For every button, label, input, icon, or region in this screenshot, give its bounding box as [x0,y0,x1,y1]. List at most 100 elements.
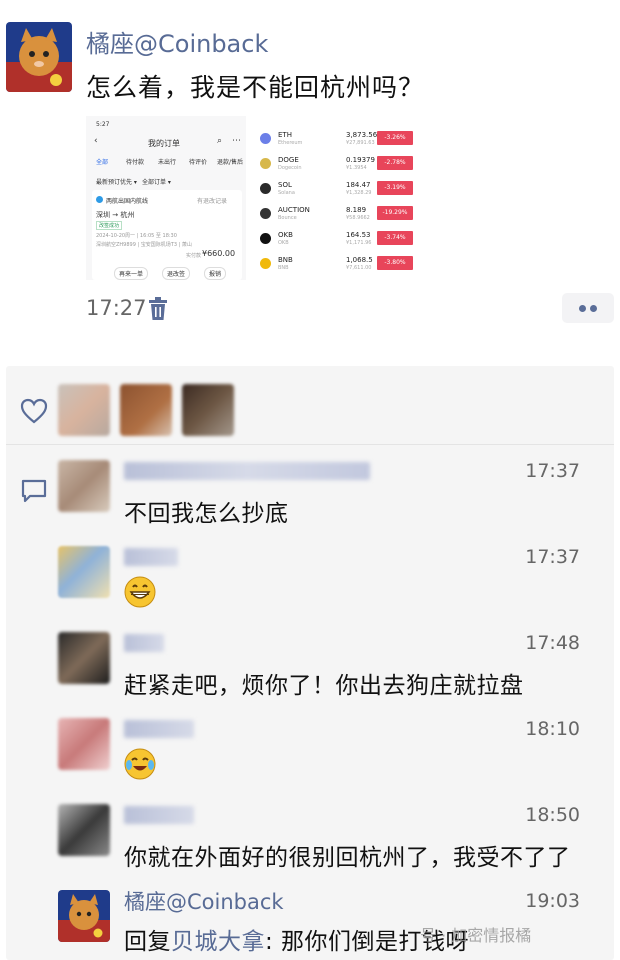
coin-change: -3.26% [377,131,413,145]
comment-text: 不回我怎么抄底 [124,501,289,527]
filter-1: 全部订单 ▾ [142,179,171,186]
coin-row: OKB OKB 164.53 ¥1,171.96 -3.74% [246,228,416,252]
commenter-name[interactable] [124,806,194,824]
reimburse-button: 报销 [204,267,227,280]
coin-symbol: SOL [278,181,292,189]
comment-time: 17:48 [525,632,580,654]
coin-screenshot: ETH Ethereum 3,873.56 ¥27,891.63 -3.26% … [246,116,416,280]
commenter-avatar[interactable] [58,546,110,598]
author-name[interactable]: 橘座@Coinback [86,24,268,59]
heart-icon [20,398,48,424]
airline-icon [96,196,103,203]
comment-icon [20,478,48,504]
coin-price: 3,873.56 [346,131,378,139]
post-text: 怎么着，我是不能回杭州吗？ [86,73,425,102]
back-icon: ‹ [94,136,98,146]
refund-button: 退改签 [162,267,191,280]
commenter-avatar[interactable] [58,632,110,684]
flight-line-2: 深圳航空ZH9899 | 宝安国际机场T3 | 萧山 [96,242,192,248]
order-tab-3: 待评价 [189,159,208,166]
coin-icon [260,208,271,219]
card-action: 有退改记录 [197,198,228,205]
coin-price-cny: ¥58.9662 [346,215,370,221]
more-icon: ⋯ [232,136,241,146]
likes-comments-panel: 17:37 不回我怎么抄底 17:37 17:48 赶紧走吧，烦你了！你出去狗庄… [6,366,614,960]
order-tab-2: 未出行 [158,159,177,166]
comment-time: 18:10 [525,718,580,740]
order-tab-4: 退款/售后 [217,159,244,166]
coin-icon [260,183,271,194]
coin-price: 8.189 [346,206,367,214]
comment-text: 你就在外面好的很别回杭州了，我受不了了 [124,845,571,871]
more-button[interactable] [562,293,614,323]
coin-row: SOL Solana 184.47 ¥1,328.29 -3.19% [246,178,416,202]
more-dots-icon [590,305,597,312]
comment-text: 回复贝城大拿: 那你们倒是打钱呀 [124,922,469,956]
liker-avatar[interactable] [58,384,110,436]
order-screenshot: 5:27 ‹ 我的订单 ⌕ ⋯ 全部 待付款 未出行 待评价 退款/售后 最新预… [86,116,246,280]
coin-symbol: BNB [278,256,293,264]
comment-time: 17:37 [525,460,580,482]
coin-name: OKB [278,240,289,246]
coin-name: Solana [278,190,295,196]
coin-name: Dogecoin [278,165,302,171]
coin-change: -3.74% [377,231,413,245]
author-avatar[interactable] [6,22,72,92]
order-tab-1: 待付款 [126,159,145,166]
route: 深圳 → 杭州 [96,211,135,219]
commenter-name[interactable] [124,634,164,652]
coin-symbol: DOGE [278,156,299,164]
post-time: 17:27 [86,296,147,320]
coin-price-cny: ¥7,611.00 [346,265,372,271]
status-badge: 改签成功 [96,221,123,230]
order-title: 我的订单 [148,139,180,148]
reply-prefix: 回复 [124,929,171,955]
coin-symbol: AUCTION [278,206,310,214]
coin-price-cny: ¥1.3954 [346,165,367,171]
coin-change: -3.80% [377,256,413,270]
coin-icon [260,233,271,244]
status-time: 5:27 [96,121,110,128]
rebook-button: 再来一单 [114,267,149,280]
coin-change: -3.19% [377,181,413,195]
coin-price: 164.53 [346,231,371,239]
liker-avatar[interactable] [120,384,172,436]
coin-name: Ethereum [278,140,303,146]
comment-text: 赶紧走吧，烦你了！你出去狗庄就拉盘 [124,673,524,699]
commenter-name[interactable] [124,462,370,480]
trash-icon[interactable] [148,297,168,321]
coin-price-cny: ¥1,171.96 [346,240,372,246]
coin-price: 0.19379 [346,156,375,164]
coin-change: -19.29% [377,206,413,220]
coin-icon [260,258,271,269]
coin-row: AUCTION Bounce 8.189 ¥58.9662 -19.29% [246,203,416,227]
coin-change: -2.78% [377,156,413,170]
paid-label: 实付款 [186,253,202,259]
commenter-avatar[interactable] [58,804,110,856]
coin-icon [260,158,271,169]
more-dots-icon [579,305,586,312]
commenter-avatar[interactable] [58,890,110,942]
coin-symbol: OKB [278,231,293,239]
commenter-name[interactable] [124,548,178,566]
divider [6,444,614,445]
coin-price: 184.47 [346,181,371,189]
grin-emoji [124,576,156,608]
reply-to-name[interactable]: 贝城大拿 [171,929,265,955]
commenter-avatar[interactable] [58,460,110,512]
post-image[interactable]: 5:27 ‹ 我的订单 ⌕ ⋯ 全部 待付款 未出行 待评价 退款/售后 最新预… [86,116,416,280]
coin-name: Bounce [278,215,297,221]
liker-avatar[interactable] [182,384,234,436]
watermark: 号 · 加密情报橘 [420,926,532,945]
search-icon: ⌕ [217,136,223,146]
coin-symbol: ETH [278,131,292,139]
comment-time: 18:50 [525,804,580,826]
comment-time: 17:37 [525,546,580,568]
commenter-name[interactable] [124,720,194,738]
commenter-name[interactable]: 橘座@Coinback [124,886,284,916]
order-tab-0: 全部 [96,159,109,166]
filter-0: 最新预订优先 ▾ [96,179,137,186]
coin-name: BNB [278,265,289,271]
commenter-avatar[interactable] [58,718,110,770]
coin-row: BNB BNB 1,068.5 ¥7,611.00 -3.80% [246,253,416,277]
